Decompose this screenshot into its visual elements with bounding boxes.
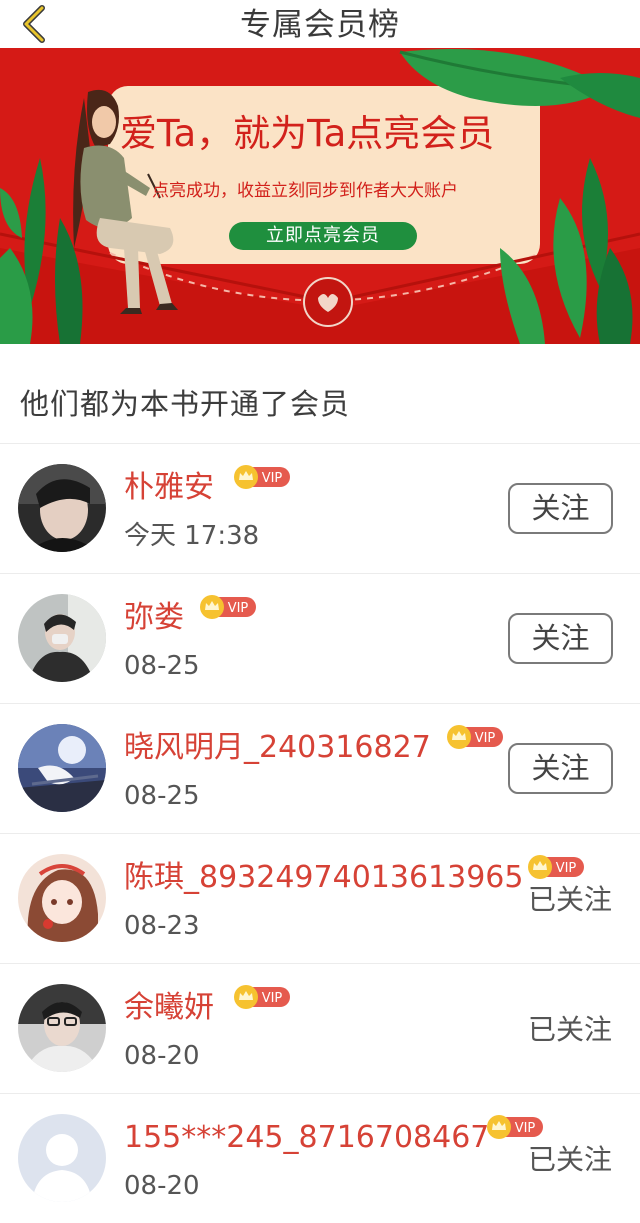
avatar[interactable] bbox=[18, 464, 106, 552]
avatar[interactable] bbox=[18, 984, 106, 1072]
default-avatar-icon bbox=[18, 1114, 106, 1202]
vip-label: VIP bbox=[515, 1121, 536, 1136]
vip-badge-icon: VIP bbox=[234, 465, 290, 489]
follow-button[interactable]: 关注 bbox=[508, 743, 613, 794]
vip-badge-icon: VIP bbox=[487, 1115, 543, 1139]
list-item[interactable]: 弥娄 VIP 08-25 关注 bbox=[0, 574, 640, 704]
avatar[interactable] bbox=[18, 854, 106, 942]
member-name[interactable]: 弥娄 bbox=[124, 598, 184, 638]
vip-badge-icon: VIP bbox=[528, 855, 584, 879]
member-date: 08-20 bbox=[124, 1171, 200, 1201]
followed-status[interactable]: 已关注 bbox=[528, 1010, 612, 1050]
vip-label: VIP bbox=[475, 731, 496, 746]
follow-button[interactable]: 关注 bbox=[508, 613, 613, 664]
member-list: 朴雅安 VIP 今天 17:38 关注 弥娄 VIP 08-25 关注 晓风明月… bbox=[0, 444, 640, 1223]
vip-badge-icon: VIP bbox=[234, 985, 290, 1009]
member-name[interactable]: 余曦妍 bbox=[124, 988, 214, 1028]
section-title: 他们都为本书开通了会员 bbox=[20, 387, 351, 421]
vip-label: VIP bbox=[228, 601, 249, 616]
member-date: 08-25 bbox=[124, 651, 200, 681]
member-name[interactable]: 155***245_8716708467 bbox=[124, 1118, 489, 1158]
member-date: 08-20 bbox=[124, 1041, 200, 1071]
banner-headline: 爱Ta，就为Ta点亮会员 bbox=[120, 112, 495, 155]
vip-badge-icon: VIP bbox=[447, 725, 503, 749]
member-date: 今天 17:38 bbox=[124, 521, 260, 551]
follow-button[interactable]: 关注 bbox=[508, 483, 613, 534]
light-up-vip-button[interactable]: 立即点亮会员 bbox=[229, 222, 417, 250]
banner-subline: 点亮成功，收益立刻同步到作者大大账户 bbox=[152, 181, 458, 201]
list-item[interactable]: 朴雅安 VIP 今天 17:38 关注 bbox=[0, 444, 640, 574]
member-name[interactable]: 陈琪_89324974013613965 bbox=[124, 858, 523, 898]
member-date: 08-23 bbox=[124, 911, 200, 941]
avatar[interactable] bbox=[18, 1114, 106, 1202]
list-item[interactable]: 155***245_8716708467 VIP 08-20 已关注 bbox=[0, 1094, 640, 1223]
member-name[interactable]: 晓风明月_240316827 bbox=[124, 728, 431, 768]
vip-badge-icon: VIP bbox=[200, 595, 256, 619]
followed-status[interactable]: 已关注 bbox=[528, 880, 612, 920]
vip-promo-banner[interactable]: 爱Ta，就为Ta点亮会员 点亮成功，收益立刻同步到作者大大账户 立即点亮会员 bbox=[0, 48, 640, 344]
vip-label: VIP bbox=[262, 471, 283, 486]
avatar[interactable] bbox=[18, 724, 106, 812]
followed-status[interactable]: 已关注 bbox=[528, 1140, 612, 1180]
avatar[interactable] bbox=[18, 594, 106, 682]
page-title: 专属会员榜 bbox=[240, 7, 400, 43]
vip-label: VIP bbox=[556, 861, 577, 876]
member-name[interactable]: 朴雅安 bbox=[124, 468, 214, 508]
list-item[interactable]: 余曦妍 VIP 08-20 已关注 bbox=[0, 964, 640, 1094]
top-bar: 专属会员榜 bbox=[0, 0, 640, 48]
section-header: 他们都为本书开通了会员 bbox=[0, 344, 640, 444]
member-date: 08-25 bbox=[124, 781, 200, 811]
list-item[interactable]: 晓风明月_240316827 VIP 08-25 关注 bbox=[0, 704, 640, 834]
list-item[interactable]: 陈琪_89324974013613965 VIP 08-23 已关注 bbox=[0, 834, 640, 964]
vip-label: VIP bbox=[262, 991, 283, 1006]
